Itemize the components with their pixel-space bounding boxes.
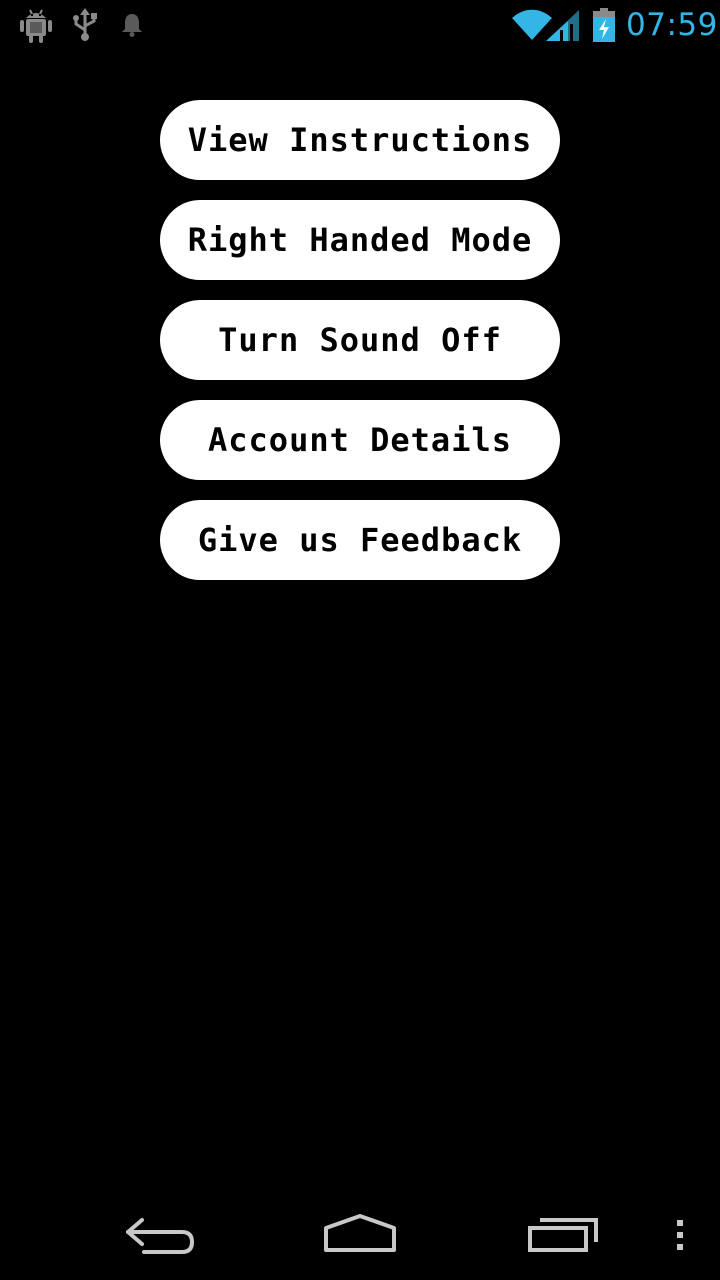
notification-bell-icon — [122, 14, 142, 37]
usb-icon — [73, 8, 97, 41]
settings-menu: View Instructions Right Handed Mode Turn… — [160, 100, 560, 600]
clock-time: 07:59 — [626, 7, 718, 43]
recent-apps-icon[interactable] — [522, 1210, 602, 1260]
status-bar: 07:59 — [0, 0, 720, 50]
account-details-button[interactable]: Account Details — [160, 400, 560, 480]
view-instructions-button[interactable]: View Instructions — [160, 100, 560, 180]
signal-icon — [546, 10, 579, 41]
turn-sound-off-button[interactable]: Turn Sound Off — [160, 300, 560, 380]
right-handed-mode-button[interactable]: Right Handed Mode — [160, 200, 560, 280]
navigation-bar — [0, 1190, 720, 1280]
back-icon[interactable] — [120, 1210, 200, 1260]
android-debug-icon — [20, 9, 52, 43]
battery-charging-icon — [593, 8, 615, 42]
home-icon[interactable] — [318, 1210, 402, 1260]
give-feedback-button[interactable]: Give us Feedback — [160, 500, 560, 580]
overflow-menu-icon[interactable] — [668, 1212, 692, 1258]
